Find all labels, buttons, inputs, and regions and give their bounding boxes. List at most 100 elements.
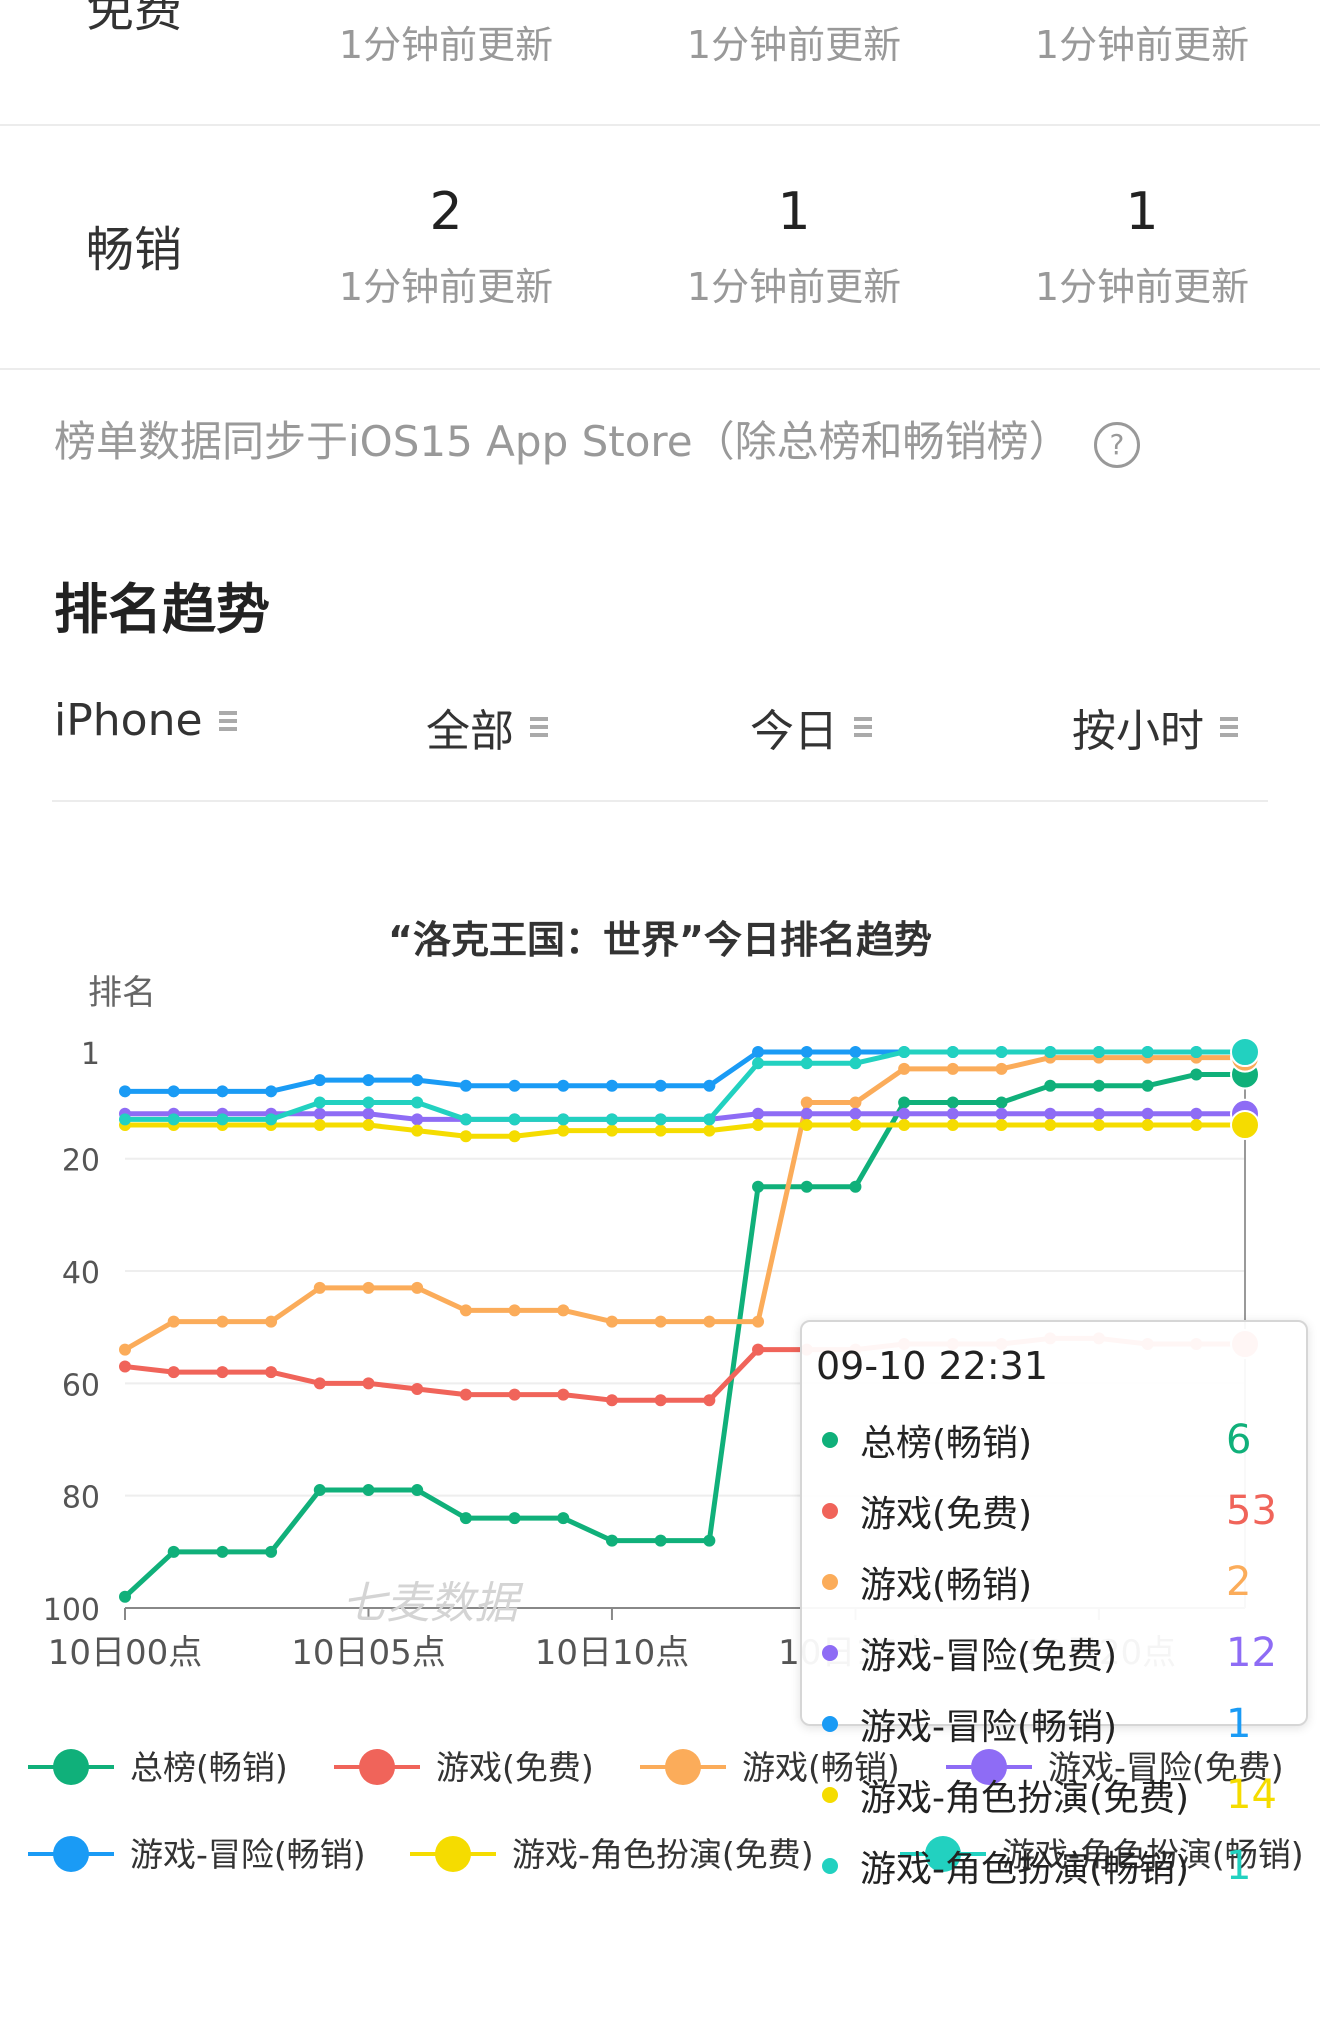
data-point — [459, 1113, 472, 1126]
data-point — [752, 1343, 765, 1356]
data-point — [1044, 1107, 1057, 1120]
bestseller-cell-2[interactable]: 1 1分钟前更新 — [634, 182, 954, 311]
question-circle-icon[interactable]: ? — [1093, 421, 1140, 468]
data-point — [313, 1377, 326, 1390]
legend-label: 游戏-冒险(畅销) — [130, 1835, 366, 1874]
data-point — [605, 1394, 618, 1407]
data-point — [654, 1124, 667, 1137]
data-point — [313, 1107, 326, 1120]
data-point — [508, 1079, 521, 1092]
data-point — [216, 1085, 229, 1098]
tooltip-dot — [822, 1716, 838, 1732]
data-source-text: 榜单数据同步于iOS15 App Store（除总榜和畅销榜） — [54, 417, 1071, 466]
data-point — [508, 1512, 521, 1525]
free-update-iphone: 1分钟前更新 — [338, 23, 554, 67]
tooltip-title: 09-10 22:31 — [816, 1344, 1049, 1388]
filter-date[interactable]: 今日 — [750, 695, 872, 759]
data-point — [1141, 1046, 1154, 1058]
data-point — [995, 1046, 1008, 1058]
data-point — [946, 1119, 959, 1132]
data-point — [1044, 1119, 1057, 1132]
free-row-label: 免费 — [86, 0, 183, 38]
data-point — [703, 1124, 716, 1137]
data-point — [313, 1281, 326, 1294]
tooltip-value: 1 — [1226, 1701, 1252, 1747]
data-point — [265, 1113, 278, 1126]
data-point — [1092, 1079, 1105, 1092]
tooltip-row: 游戏-角色扮演(畅销) 1 — [822, 1836, 1296, 1896]
tooltip-dot — [822, 1787, 838, 1803]
bestseller-cell-3[interactable]: 1 1分钟前更新 — [982, 182, 1302, 311]
data-point — [362, 1096, 375, 1109]
filter-device-label: iPhone — [54, 695, 203, 746]
data-point — [313, 1484, 326, 1497]
bestseller-rank-2: 1 — [777, 182, 811, 242]
x-tick-label: 10日00点 — [48, 1633, 203, 1673]
data-point — [800, 1046, 813, 1058]
data-point — [167, 1315, 180, 1328]
data-point — [946, 1096, 959, 1109]
data-point — [800, 1096, 813, 1109]
data-point — [557, 1124, 570, 1137]
data-point — [557, 1512, 570, 1525]
tooltip-value: 14 — [1226, 1772, 1277, 1818]
data-point — [265, 1366, 278, 1379]
data-point — [1141, 1107, 1154, 1120]
data-point — [362, 1119, 375, 1132]
data-point — [605, 1113, 618, 1126]
menu-icon — [218, 707, 237, 735]
data-point — [1092, 1107, 1105, 1120]
chart-title: “洛克王国：世界”今日排名趋势 — [388, 918, 932, 962]
bestseller-cell-1[interactable]: 2 1分钟前更新 — [286, 182, 606, 311]
data-point — [898, 1046, 911, 1058]
data-point — [1141, 1119, 1154, 1132]
legend-swatch — [665, 1749, 701, 1785]
legend-swatch — [359, 1749, 395, 1785]
data-point — [1190, 1046, 1203, 1058]
tooltip-series-name: 游戏-冒险(畅销) — [860, 1707, 1118, 1748]
data-point — [1190, 1119, 1203, 1132]
data-point — [752, 1180, 765, 1193]
data-point — [216, 1315, 229, 1328]
filter-granularity[interactable]: 按小时 — [1072, 695, 1238, 759]
data-point — [557, 1304, 570, 1317]
bestseller-update-3: 1分钟前更新 — [1034, 265, 1250, 309]
data-point — [898, 1062, 911, 1075]
data-point — [1044, 1079, 1057, 1092]
data-point — [605, 1124, 618, 1137]
data-point — [508, 1388, 521, 1401]
tooltip-row: 游戏-角色扮演(免费) 14 — [822, 1765, 1296, 1825]
bestseller-rank-1: 2 — [429, 182, 463, 242]
data-point — [800, 1107, 813, 1120]
data-point — [654, 1113, 667, 1126]
data-point — [265, 1545, 278, 1558]
y-axis-title: 排名 — [88, 973, 156, 1013]
tooltip-row: 游戏(免费) 53 — [822, 1481, 1296, 1541]
filter-device[interactable]: iPhone — [54, 695, 237, 746]
data-point — [703, 1315, 716, 1328]
y-tick-label: 40 — [62, 1256, 100, 1291]
x-tick-label: 10日10点 — [535, 1633, 690, 1673]
data-point — [167, 1366, 180, 1379]
legend-swatch — [53, 1749, 89, 1785]
x-tick-label: 10日05点 — [291, 1633, 446, 1673]
data-point — [1190, 1068, 1203, 1081]
data-point — [800, 1057, 813, 1070]
tooltip-value: 12 — [1226, 1630, 1277, 1676]
data-point — [849, 1119, 862, 1132]
data-point — [119, 1360, 131, 1373]
data-point — [849, 1180, 862, 1193]
legend-label: 游戏(免费) — [436, 1748, 594, 1787]
data-point — [1044, 1046, 1057, 1058]
data-point — [362, 1074, 375, 1087]
data-point — [411, 1074, 424, 1087]
data-point — [459, 1304, 472, 1317]
data-point — [508, 1113, 521, 1126]
data-point — [167, 1113, 180, 1126]
data-point — [119, 1085, 131, 1098]
filter-category[interactable]: 全部 — [426, 695, 548, 759]
tooltip-series-name: 游戏(免费) — [860, 1494, 1033, 1535]
bestseller-row-label: 畅销 — [86, 222, 183, 278]
data-point — [557, 1388, 570, 1401]
tooltip-series-name: 游戏-冒险(免费) — [860, 1636, 1118, 1677]
